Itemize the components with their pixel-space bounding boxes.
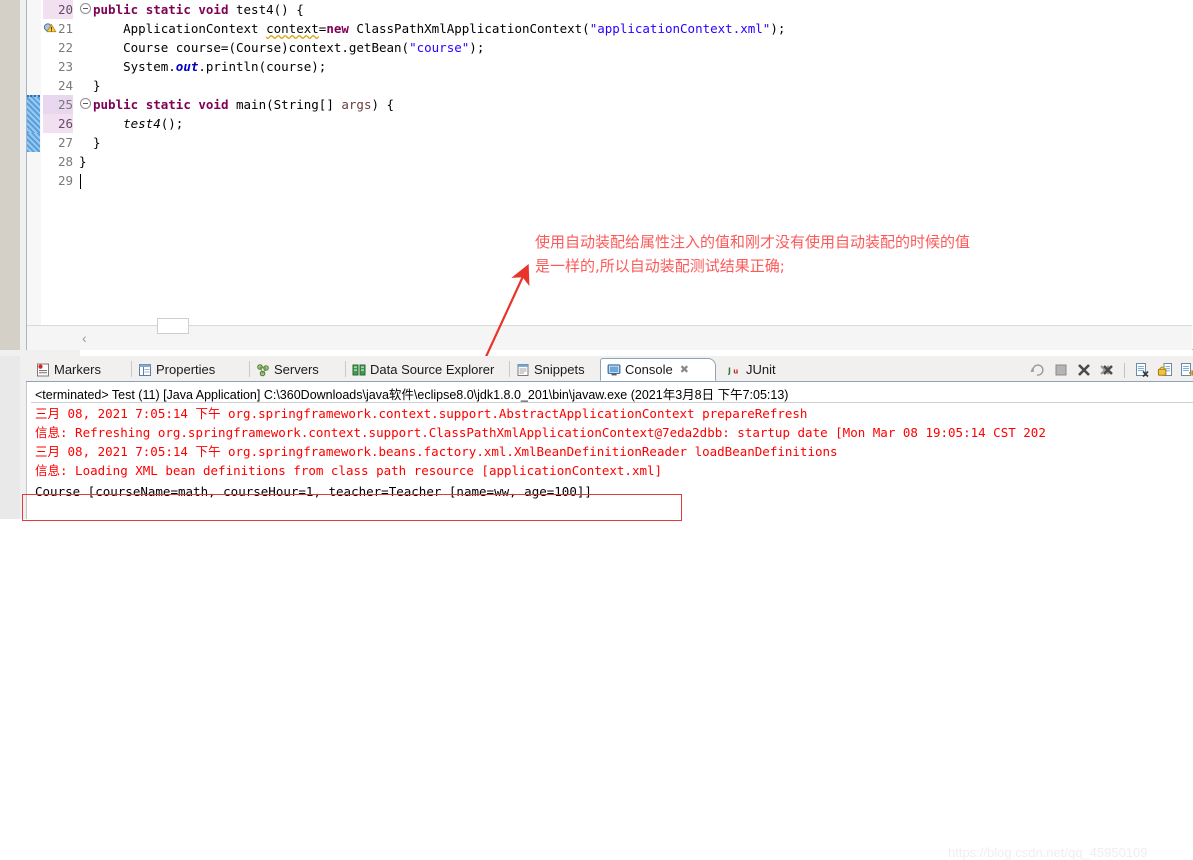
tab-label: Console xyxy=(625,362,673,377)
code-line-20[interactable]: public static void test4() { xyxy=(93,0,304,19)
code-line-27[interactable]: } xyxy=(93,133,101,152)
change-bar-line-25 xyxy=(27,95,40,116)
code-line-28[interactable]: } xyxy=(79,152,87,171)
code-line-23[interactable]: System.out.println(course); xyxy=(93,57,326,76)
tab-snippets[interactable]: Snippets xyxy=(510,358,602,381)
pin-console-icon[interactable] xyxy=(1180,362,1193,378)
tab-properties[interactable]: Properties xyxy=(132,358,250,381)
code-line-26[interactable]: test4(); xyxy=(93,114,183,133)
tab-label: Properties xyxy=(156,362,216,377)
console-line: 三月 08, 2021 7:05:14 下午 org.springframewo… xyxy=(35,444,838,459)
tab-data-source-explorer[interactable]: Data Source Explorer xyxy=(346,358,510,381)
tab-junit[interactable]: J u JUnit xyxy=(722,358,806,381)
editor-footer: ‹ xyxy=(27,318,1192,350)
change-bar-line-26 xyxy=(27,114,40,133)
fold-marker-line-20[interactable] xyxy=(80,3,91,14)
change-bar-line-27 xyxy=(27,133,40,152)
text-caret xyxy=(80,174,81,189)
console-icon xyxy=(607,363,621,375)
collapse-arrow-icon[interactable]: ‹ xyxy=(82,330,87,346)
tab-label: Data Source Explorer xyxy=(370,362,495,377)
code-line-21[interactable]: ApplicationContext context=new ClassPath… xyxy=(93,19,785,38)
result-highlight-box xyxy=(22,494,682,521)
relaunch-icon[interactable] xyxy=(1030,362,1046,378)
console-terminated-header: <terminated> Test (11) [Java Application… xyxy=(35,388,789,402)
svg-text:u: u xyxy=(733,367,738,375)
bottom-panel: Markers Properties Servers Data Source E… xyxy=(0,356,1193,860)
fold-marker-line-25[interactable] xyxy=(80,98,91,109)
svg-text:J: J xyxy=(728,366,731,375)
toolbar-separator xyxy=(1124,362,1125,378)
editor-left-margin xyxy=(0,0,20,350)
tab-label: Markers xyxy=(54,362,101,377)
tab-console[interactable]: Console ✖ xyxy=(600,358,716,381)
console-line: 三月 08, 2021 7:05:14 下午 org.springframewo… xyxy=(35,406,808,421)
line-number: 20 xyxy=(43,0,73,19)
line-number: 22 xyxy=(57,40,73,55)
close-icon[interactable]: ✖ xyxy=(680,363,689,376)
junit-icon: J u xyxy=(728,366,738,375)
code-editor: 20 21 22 23 24 25 26 27 28 29 public sta… xyxy=(0,0,1193,356)
console-line: 信息: Refreshing org.springframework.conte… xyxy=(35,425,1046,440)
tab-markers[interactable]: Markers xyxy=(30,358,132,381)
editor-annotation-ruler[interactable] xyxy=(27,0,42,325)
code-line-24[interactable]: } xyxy=(93,76,101,95)
markers-icon xyxy=(37,363,49,376)
code-line-25[interactable]: public static void main(String[] args) { xyxy=(93,95,394,114)
code-line-22[interactable]: Course course=(Course)context.getBean("c… xyxy=(93,38,484,57)
clear-console-icon[interactable] xyxy=(1134,362,1150,378)
line-number: 26 xyxy=(43,114,73,133)
terminate-icon[interactable] xyxy=(1053,362,1069,378)
remove-launch-icon[interactable] xyxy=(1076,362,1092,378)
tab-servers[interactable]: Servers xyxy=(250,358,346,381)
panel-left-edge-outer xyxy=(0,356,20,519)
console-header-rule xyxy=(31,402,1193,403)
console-line: 信息: Loading XML bean definitions from cl… xyxy=(35,463,663,478)
data-source-explorer-icon xyxy=(352,364,366,375)
snippets-icon xyxy=(517,363,529,376)
scroll-lock-icon[interactable] xyxy=(1157,362,1173,378)
line-number: 28 xyxy=(57,154,73,169)
tab-label: JUnit xyxy=(746,362,776,377)
eclipse-window: 20 21 22 23 24 25 26 27 28 29 public sta… xyxy=(0,0,1193,860)
line-number: 29 xyxy=(57,173,73,188)
properties-icon xyxy=(139,363,151,376)
console-toolbar xyxy=(1030,360,1193,380)
remove-all-terminated-icon[interactable] xyxy=(1099,362,1115,378)
tab-label: Servers xyxy=(274,362,319,377)
editor-tab-stub xyxy=(157,318,189,334)
line-number: 21 xyxy=(57,21,73,36)
watermark: https://blog.csdn.net/qq_45950109 xyxy=(948,845,1148,860)
line-number: 24 xyxy=(57,78,73,93)
line-number: 27 xyxy=(57,135,73,150)
annotation-line-2: 是一样的,所以自动装配测试结果正确; xyxy=(535,257,785,275)
annotation-line-1: 使用自动装配给属性注入的值和刚才没有使用自动装配的时候的值 xyxy=(535,233,971,251)
line-number: 23 xyxy=(57,59,73,74)
line-number: 25 xyxy=(43,95,73,114)
tab-label: Snippets xyxy=(534,362,585,377)
servers-icon xyxy=(257,363,269,376)
